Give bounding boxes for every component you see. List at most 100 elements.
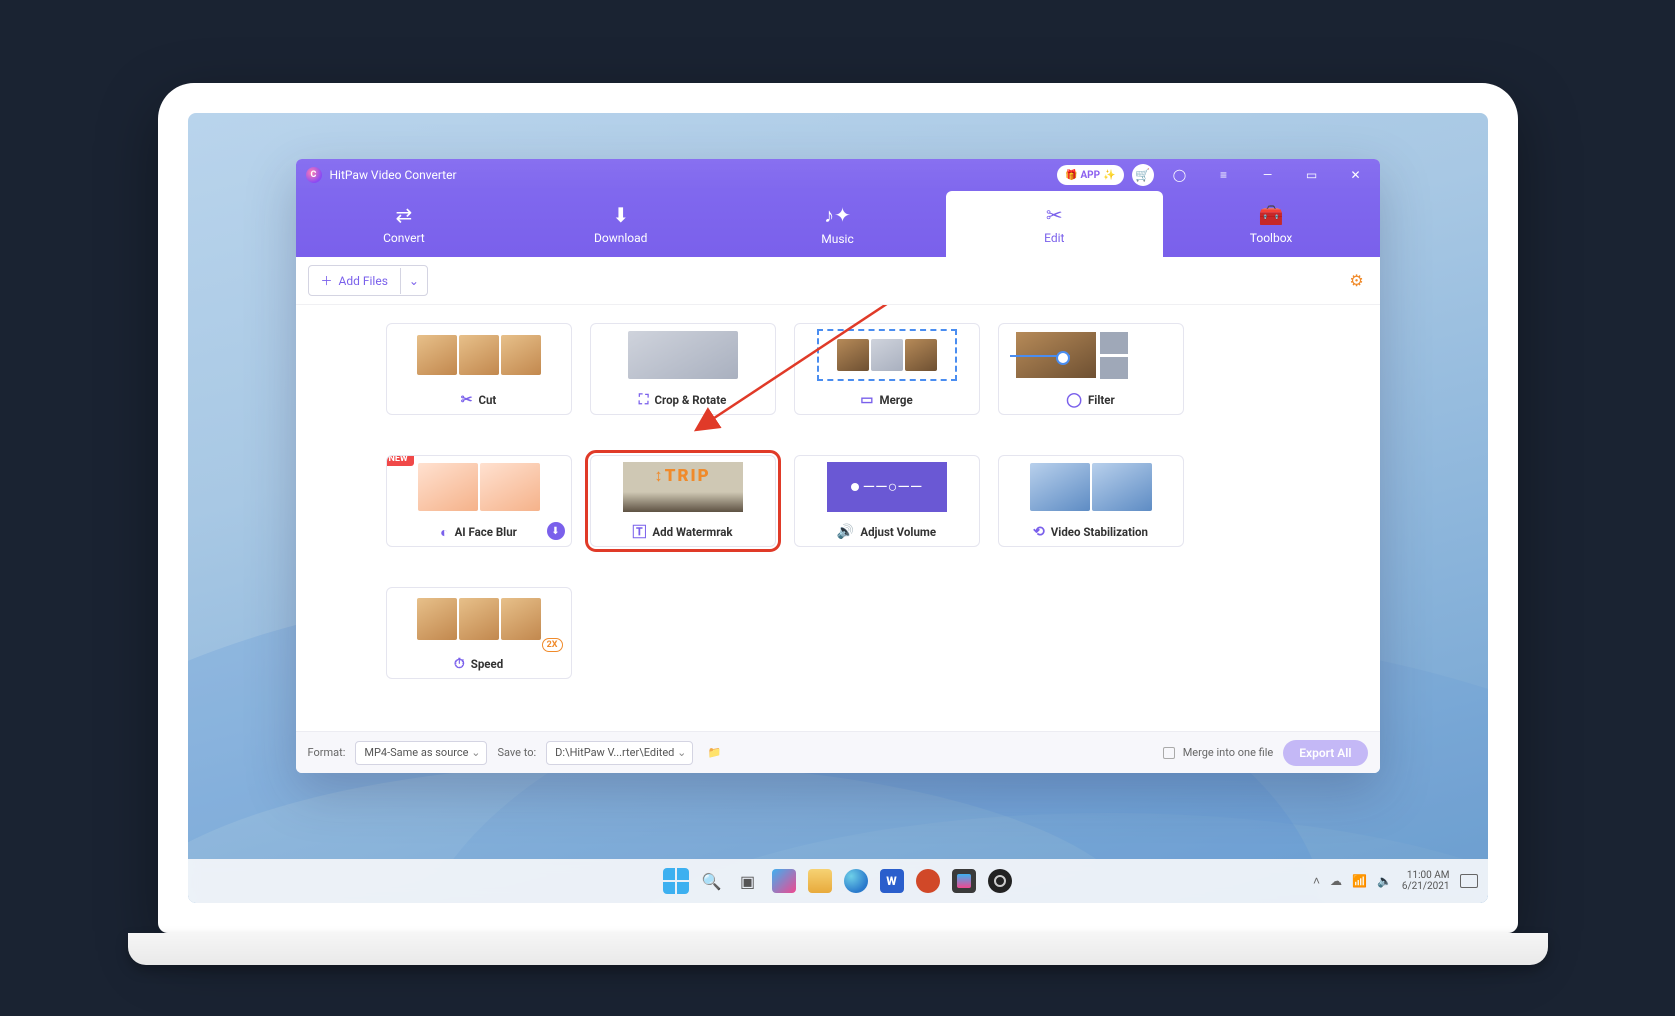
tab-toolbox[interactable]: 🧰 Toolbox <box>1163 191 1380 257</box>
toolbar: ＋ Add Files ⌄ ⚙ <box>296 257 1380 305</box>
merge-label: Merge into one file <box>1183 746 1274 759</box>
add-files-button[interactable]: ＋ Add Files ⌄ <box>308 265 428 296</box>
plus-icon: ＋ <box>321 272 333 289</box>
crop-icon: ⛶ <box>639 392 649 408</box>
widgets-button[interactable] <box>769 866 799 896</box>
windows-taskbar: 🔍 ▣ W ˄ ☁ 📶 🔈 11:00 AM 6/21/2021 <box>188 859 1488 903</box>
stabilize-icon: ⟲ <box>1033 524 1045 540</box>
tab-convert[interactable]: ⇄ Convert <box>296 191 513 257</box>
save-to-label: Save to: <box>497 746 536 759</box>
card-speed[interactable]: 2X ⏱ Speed <box>386 587 572 679</box>
titlebar: C HitPaw Video Converter 🎁APP✨ 🛒 ◯ ≡ — ▭… <box>296 159 1380 191</box>
tab-label: Toolbox <box>1250 231 1293 245</box>
app-title: HitPaw Video Converter <box>330 168 457 182</box>
card-title: Video Stabilization <box>1051 525 1148 539</box>
watermark-icon: 🅃 <box>632 522 646 542</box>
card-title: Add Watermrak <box>652 525 732 539</box>
app-logo: C <box>306 167 322 183</box>
edit-tools-area: ✂ Cut ⛶ Crop & Rotate <box>296 305 1380 731</box>
card-thumb: ↕TRIP <box>591 456 775 518</box>
volume-icon: 🔊 <box>837 524 854 540</box>
card-title: Adjust Volume <box>860 525 936 539</box>
card-title: Filter <box>1088 393 1115 407</box>
word-app[interactable]: W <box>877 866 907 896</box>
app-window: C HitPaw Video Converter 🎁APP✨ 🛒 ◯ ≡ — ▭… <box>296 159 1380 773</box>
download-icon: ⬇ <box>612 203 629 227</box>
card-title: Merge <box>880 393 913 407</box>
taskbar-search[interactable]: 🔍 <box>697 866 727 896</box>
add-files-dropdown[interactable]: ⌄ <box>400 268 427 294</box>
clock-date: 6/21/2021 <box>1402 881 1450 893</box>
edge-browser[interactable] <box>841 866 871 896</box>
add-files-label: Add Files <box>339 274 388 288</box>
tab-edit[interactable]: ✂ Edit <box>946 191 1163 257</box>
card-thumb <box>591 324 775 386</box>
tab-label: Edit <box>1044 231 1064 245</box>
volume-icon[interactable]: 🔈 <box>1377 874 1392 888</box>
file-explorer[interactable] <box>805 866 835 896</box>
account-button[interactable]: ◯ <box>1162 161 1198 189</box>
laptop-notch <box>733 83 943 109</box>
tab-download[interactable]: ⬇ Download <box>512 191 729 257</box>
filter-icon: ◯ <box>1066 392 1082 408</box>
format-label: Format: <box>308 746 346 759</box>
onedrive-icon[interactable]: ☁ <box>1330 874 1342 888</box>
card-add-watermark[interactable]: ↕TRIP 🅃 Add Watermrak <box>590 455 776 547</box>
music-icon: ♪✦ <box>824 203 851 228</box>
card-title: Cut <box>478 393 496 407</box>
merge-icon: ▭ <box>860 392 873 408</box>
ms-store[interactable] <box>949 866 979 896</box>
clock-time: 11:00 AM <box>1402 870 1450 882</box>
wifi-icon[interactable]: 📶 <box>1352 874 1367 888</box>
card-ai-face-blur[interactable]: NEW ⬇ ◐ AI Face Blur <box>386 455 572 547</box>
speed-2x-badge: 2X <box>542 638 563 652</box>
card-adjust-volume[interactable]: ——○—— 🔊 Adjust Volume <box>794 455 980 547</box>
card-thumb <box>387 456 571 518</box>
tray-chevron[interactable]: ˄ <box>1313 874 1320 888</box>
blur-icon: ◐ <box>440 524 448 541</box>
menu-button[interactable]: ≡ <box>1206 161 1242 189</box>
card-thumb: ——○—— <box>795 456 979 518</box>
save-to-select[interactable]: D:\HitPaw V...rter\Edited <box>546 741 693 765</box>
card-thumb <box>999 324 1183 386</box>
card-cut[interactable]: ✂ Cut <box>386 323 572 415</box>
edit-icon: ✂ <box>1046 203 1063 227</box>
main-nav: ⇄ Convert ⬇ Download ♪✦ Music ✂ Edit 🧰 <box>296 191 1380 257</box>
download-badge-icon: ⬇ <box>547 522 565 540</box>
card-thumb <box>999 456 1183 518</box>
hw-accel-button[interactable]: ⚙ <box>1346 270 1368 292</box>
format-select[interactable]: MP4-Same as source <box>355 741 487 765</box>
card-thumb <box>795 324 979 386</box>
card-crop-rotate[interactable]: ⛶ Crop & Rotate <box>590 323 776 415</box>
card-merge[interactable]: ▭ Merge <box>794 323 980 415</box>
laptop-frame: C HitPaw Video Converter 🎁APP✨ 🛒 ◯ ≡ — ▭… <box>158 83 1518 933</box>
card-title: AI Face Blur <box>455 525 517 539</box>
app-promo-badge[interactable]: 🎁APP✨ <box>1057 165 1124 185</box>
laptop-base <box>128 933 1548 965</box>
open-folder-button[interactable]: 📁 <box>703 742 725 764</box>
card-title: Crop & Rotate <box>655 393 727 407</box>
task-view[interactable]: ▣ <box>733 866 763 896</box>
card-filter[interactable]: ◯ Filter <box>998 323 1184 415</box>
footer-bar: Format: MP4-Same as source Save to: D:\H… <box>296 731 1380 773</box>
toolbox-icon: 🧰 <box>1259 203 1284 227</box>
start-button[interactable] <box>661 866 691 896</box>
tab-label: Download <box>594 231 647 245</box>
tab-music[interactable]: ♪✦ Music <box>729 191 946 257</box>
close-button[interactable]: ✕ <box>1338 161 1374 189</box>
card-video-stabilization[interactable]: ⟲ Video Stabilization <box>998 455 1184 547</box>
maximize-button[interactable]: ▭ <box>1294 161 1330 189</box>
merge-into-one-checkbox[interactable]: Merge into one file <box>1163 746 1274 759</box>
powerpoint-app[interactable] <box>913 866 943 896</box>
cart-button[interactable]: 🛒 <box>1132 164 1154 186</box>
cut-icon: ✂ <box>461 392 473 408</box>
taskbar-clock[interactable]: 11:00 AM 6/21/2021 <box>1402 870 1450 893</box>
steam-app[interactable] <box>985 866 1015 896</box>
notifications-button[interactable] <box>1460 874 1478 888</box>
tab-label: Convert <box>383 231 425 245</box>
minimize-button[interactable]: — <box>1250 161 1286 189</box>
export-all-button[interactable]: Export All <box>1283 740 1367 766</box>
card-thumb <box>387 324 571 386</box>
speed-icon: ⏱ <box>454 656 465 672</box>
convert-icon: ⇄ <box>396 203 413 227</box>
